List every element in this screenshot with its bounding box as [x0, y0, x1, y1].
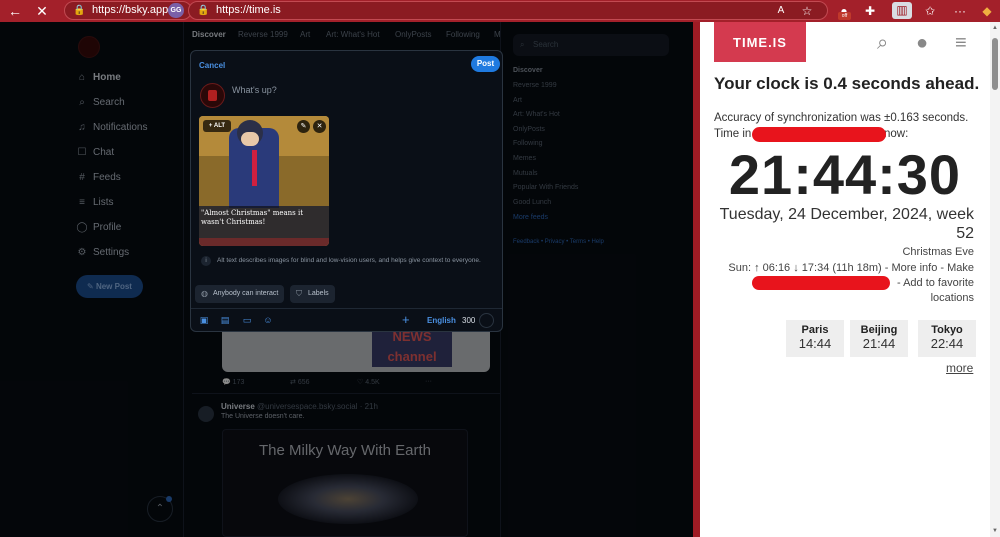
- interaction-settings-button[interactable]: ◍ Anybody can interact: [195, 285, 285, 303]
- chip-label: Labels: [308, 290, 329, 297]
- city-beijing[interactable]: Beijing 21:44: [850, 320, 908, 357]
- city-paris[interactable]: Paris 14:44: [786, 320, 844, 357]
- search-icon[interactable]: ⌕: [877, 32, 888, 55]
- copilot-icon[interactable]: ◆: [979, 3, 995, 19]
- browser-toolbar: ← ✕ 🔒 https://bsky.app GG 🔒 https://time…: [0, 0, 1000, 22]
- city-name: Beijing: [860, 324, 898, 336]
- redaction-mark: [752, 127, 886, 142]
- scroll-up-icon[interactable]: ▲: [990, 24, 1000, 32]
- city-time: 21:44: [862, 336, 896, 351]
- city-tokyo[interactable]: Tokyo 22:44: [918, 320, 976, 357]
- back-arrow-icon[interactable]: ←: [6, 2, 24, 20]
- image-caption-text: "Almost Christmas" means it wasn't Chris…: [201, 209, 304, 226]
- chip-label: Anybody can interact: [213, 290, 279, 297]
- profile-badge[interactable]: GG: [168, 3, 184, 18]
- language-selector[interactable]: English: [427, 316, 456, 325]
- scrollbar-thumb[interactable]: [992, 38, 998, 90]
- sync-accuracy: Accuracy of synchronization was ±0.163 s…: [714, 112, 969, 124]
- stop-loading-icon[interactable]: ✕: [33, 2, 51, 20]
- emoji-picker-icon[interactable]: ☺: [262, 314, 274, 326]
- avatar: [200, 83, 225, 108]
- post-text-input[interactable]: What's up?: [232, 85, 277, 95]
- timeis-logo[interactable]: TIME.IS: [714, 22, 806, 62]
- time-in-suffix: now:: [884, 128, 909, 140]
- city-name: Paris: [801, 324, 829, 336]
- favorites-icon[interactable]: ✩: [922, 3, 938, 19]
- more-menu-icon[interactable]: ···: [952, 3, 968, 19]
- image-bottom-strip: [199, 238, 329, 246]
- shield-icon: ⛉: [296, 289, 302, 298]
- image-picker-icon[interactable]: ▣: [198, 314, 210, 326]
- add-favorite-link[interactable]: - Add to favorite locations: [890, 276, 974, 306]
- url-text: https://bsky.app: [92, 4, 169, 16]
- city-time: 14:44: [798, 336, 832, 351]
- time-in-prefix: Time in: [714, 128, 752, 140]
- labels-button[interactable]: ⛉ Labels: [290, 285, 335, 303]
- clock-offset-headline: Your clock is 0.4 seconds ahead.: [714, 74, 980, 93]
- current-time: 21:44:30: [728, 143, 962, 206]
- url-text: https://time.is: [216, 4, 281, 16]
- read-aloud-icon[interactable]: A: [773, 3, 789, 19]
- attached-image[interactable]: "Almost Christmas" means it wasn't Chris…: [199, 116, 329, 246]
- cancel-button[interactable]: Cancel: [199, 61, 225, 70]
- globe-icon: ◍: [201, 289, 208, 298]
- favorite-star-icon[interactable]: ☆: [799, 3, 815, 19]
- post-button[interactable]: Post: [471, 56, 500, 72]
- gif-picker-icon[interactable]: ▭: [241, 314, 253, 326]
- address-bar-right[interactable]: 🔒 https://time.is: [188, 1, 828, 20]
- image-character-face: [241, 132, 259, 146]
- current-date: Tuesday, 24 December, 2024, week 52: [719, 206, 974, 242]
- city-time: 22:44: [930, 336, 964, 351]
- video-picker-icon[interactable]: ▤: [219, 314, 231, 326]
- lock-icon: 🔒: [197, 5, 210, 16]
- character-count: 300: [462, 316, 476, 325]
- extension-off-badge: off: [838, 12, 851, 20]
- holiday: Christmas Eve: [902, 246, 974, 258]
- menu-icon[interactable]: ≡: [955, 32, 967, 55]
- info-icon: i: [201, 256, 211, 266]
- more-cities-link[interactable]: more: [946, 361, 973, 375]
- puzzle-extensions-icon[interactable]: ✚: [862, 3, 878, 19]
- character-progress-ring: [479, 313, 494, 328]
- scrollbar[interactable]: [990, 22, 1000, 537]
- scroll-down-icon[interactable]: ▼: [990, 527, 1000, 535]
- timeis-panel: TIME.IS ⌕ ● ≡ Your clock is 0.4 seconds …: [700, 22, 1000, 537]
- composer-divider: [191, 308, 502, 309]
- add-alt-text-button[interactable]: + ALT: [203, 120, 231, 132]
- city-name: Tokyo: [931, 324, 963, 336]
- remove-image-close-icon[interactable]: ✕: [313, 120, 326, 133]
- bluesky-panel: ⌂ Home ⌕ Search ♫ Notifications ☐ Chat # Feed…: [0, 22, 693, 537]
- alt-text-info: i Alt text describes images for blind an…: [199, 254, 497, 268]
- user-icon[interactable]: ●: [916, 32, 928, 55]
- image-character-tie: [252, 150, 257, 186]
- add-thread-post-icon[interactable]: +: [402, 312, 410, 327]
- alt-info-text: Alt text describes images for blind and …: [217, 257, 481, 264]
- split-screen-icon[interactable]: ▥: [892, 2, 912, 19]
- post-composer-dialog: Cancel Post What's up? "Almost Christmas…: [190, 50, 503, 332]
- sun-info[interactable]: Sun: ↑ 06:16 ↓ 17:34 (11h 18m) - More in…: [704, 261, 974, 276]
- redaction-mark: [752, 276, 890, 290]
- edit-pencil-icon[interactable]: ✎: [297, 120, 310, 133]
- lock-icon: 🔒: [73, 5, 86, 16]
